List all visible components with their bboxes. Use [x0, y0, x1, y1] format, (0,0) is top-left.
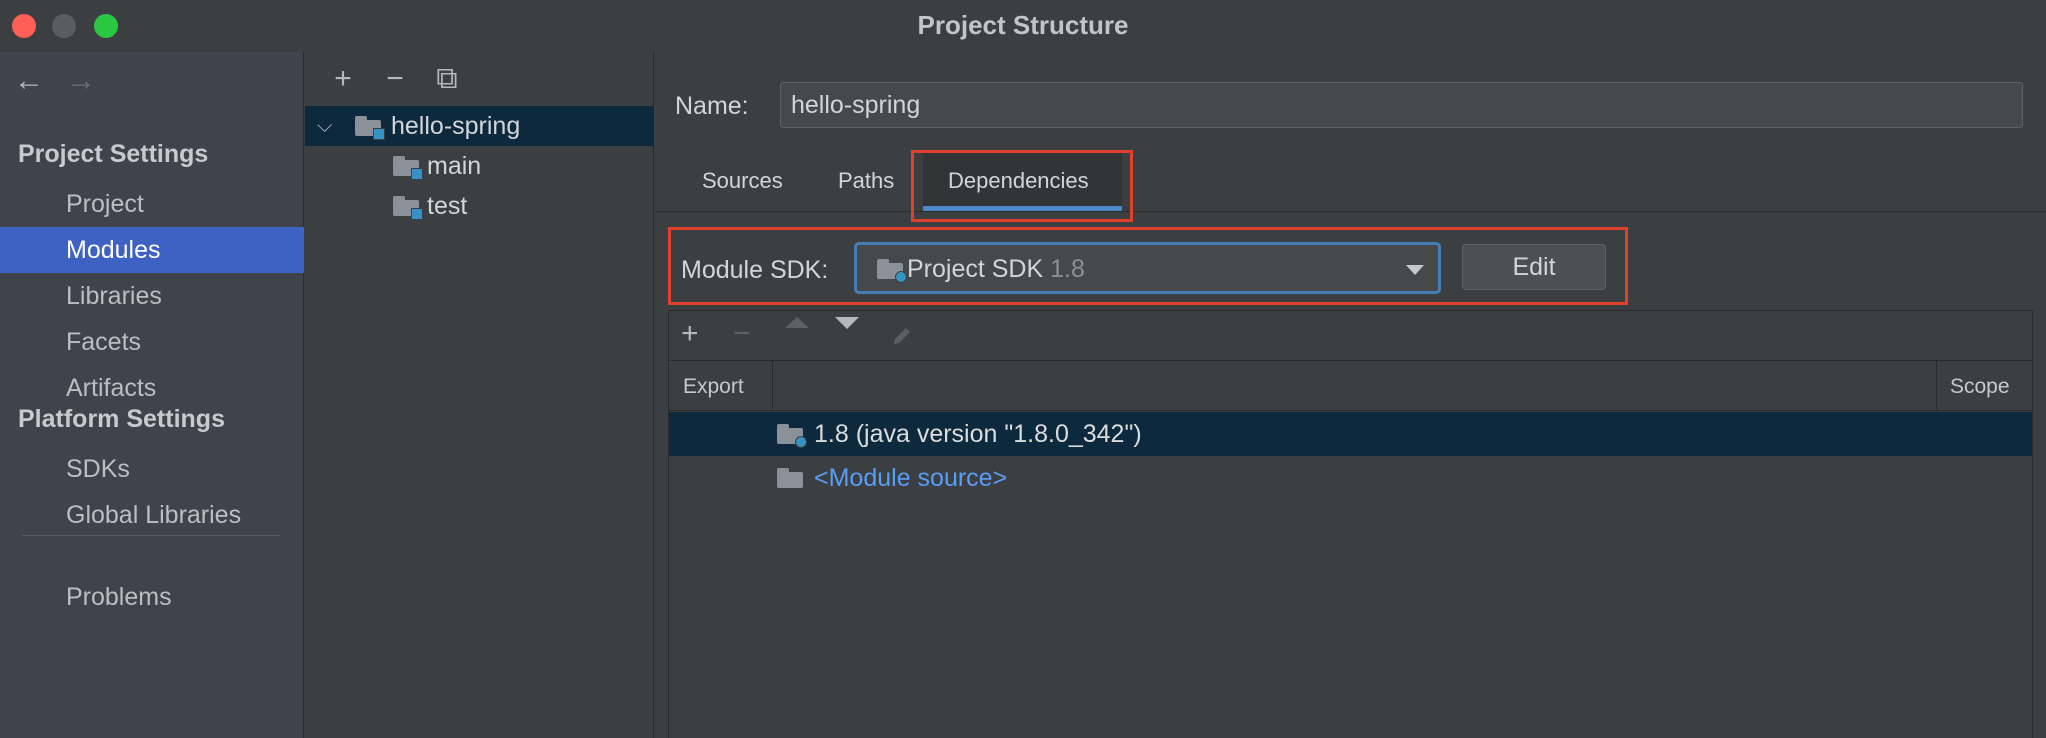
window-title: Project Structure	[917, 10, 1129, 40]
edit-pencil-icon[interactable]	[891, 325, 913, 347]
settings-sidebar: ← → Project Settings Project Modules Libr…	[0, 52, 304, 738]
move-up-icon[interactable]	[785, 317, 809, 328]
forward-arrow-icon[interactable]: →	[66, 64, 118, 98]
dependency-label: 1.8 (java version "1.8.0_342")	[814, 420, 1142, 448]
nav-arrows: ← →	[14, 64, 118, 98]
jdk-folder-icon	[777, 424, 807, 448]
column-divider	[772, 361, 773, 411]
module-tree-toolbar: + − ⧉	[317, 62, 473, 102]
column-scope[interactable]: Scope	[1950, 375, 2010, 399]
tree-node-hello-spring[interactable]: ⌵ hello-spring	[305, 106, 654, 146]
dependency-row[interactable]: <Module source>	[669, 456, 2032, 500]
sidebar-item-libraries[interactable]: Libraries	[0, 273, 304, 319]
sidebar-item-project[interactable]: Project	[0, 181, 304, 227]
sidebar-item-facets[interactable]: Facets	[0, 319, 304, 365]
column-export[interactable]: Export	[683, 375, 744, 399]
project-settings-header: Project Settings	[18, 140, 209, 168]
tree-node-label: test	[427, 192, 468, 220]
sidebar-item-global-libraries[interactable]: Global Libraries	[0, 492, 304, 538]
title-bar: Project Structure	[0, 0, 2046, 52]
platform-settings-header: Platform Settings	[18, 405, 225, 433]
module-folder-icon	[355, 116, 385, 140]
dependencies-panel: + − Export Scope 1.8 (java version "1.8.…	[668, 310, 2033, 738]
chevron-down-icon[interactable]: ⌵	[317, 106, 332, 146]
sidebar-item-problems[interactable]: Problems	[0, 574, 304, 620]
column-divider	[1936, 361, 1937, 411]
module-sdk-highlight	[668, 227, 1628, 305]
source-folder-icon	[393, 156, 423, 180]
tree-node-label: hello-spring	[391, 112, 521, 140]
dependency-label: <Module source>	[814, 464, 1008, 492]
tab-sources[interactable]: Sources	[702, 168, 783, 194]
dependencies-tab-highlight	[911, 150, 1133, 222]
dependencies-toolbar: + −	[669, 311, 2032, 361]
source-folder-icon	[393, 196, 423, 220]
project-structure-window: Project Structure ← → Project Settings Pr…	[0, 0, 2046, 738]
dependency-row[interactable]: 1.8 (java version "1.8.0_342")	[669, 412, 2032, 456]
tree-node-main[interactable]: main	[305, 146, 654, 186]
module-tree-panel: + − ⧉ ⌵ hello-spring main test	[305, 52, 654, 738]
back-arrow-icon[interactable]: ←	[14, 64, 66, 98]
add-module-button[interactable]: +	[317, 62, 369, 96]
module-tabs: Sources Paths Dependencies	[655, 150, 2046, 212]
tree-node-test[interactable]: test	[305, 186, 654, 226]
module-name-field[interactable]: hello-spring	[780, 82, 2023, 128]
move-down-icon[interactable]	[835, 317, 859, 329]
copy-module-button[interactable]: ⧉	[421, 62, 473, 96]
module-details-panel: Name: hello-spring Sources Paths Depende…	[655, 52, 2046, 738]
sidebar-divider	[22, 535, 280, 536]
source-folder-icon	[777, 468, 803, 488]
sidebar-item-sdks[interactable]: SDKs	[0, 446, 304, 492]
remove-module-button[interactable]: −	[369, 62, 421, 96]
tree-node-label: main	[427, 152, 482, 180]
tab-paths[interactable]: Paths	[838, 168, 894, 194]
add-dependency-button[interactable]: +	[681, 317, 699, 351]
dependencies-table-header: Export Scope	[669, 361, 2032, 411]
name-label: Name:	[675, 92, 749, 120]
remove-dependency-button[interactable]: −	[733, 317, 751, 351]
sidebar-item-modules[interactable]: Modules	[0, 227, 304, 273]
